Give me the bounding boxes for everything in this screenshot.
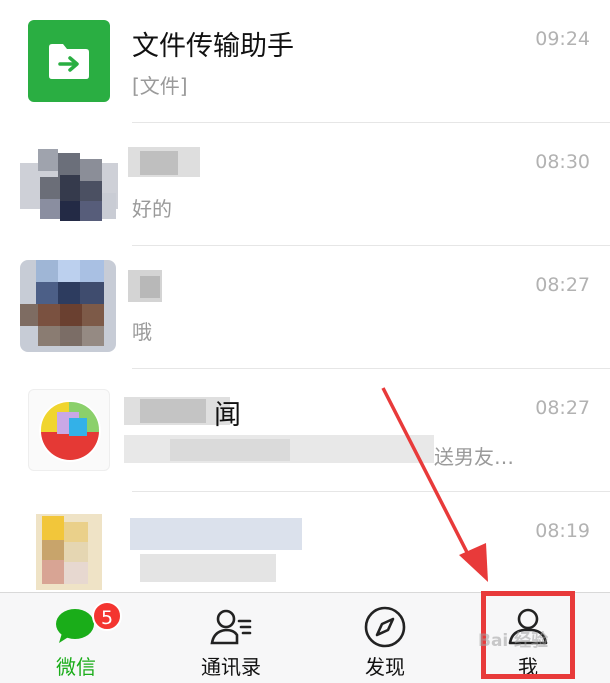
tab-label: 微信 [56, 655, 96, 679]
blurred-preview [140, 554, 276, 582]
chat-row[interactable]: 好的 08:30 [0, 123, 610, 246]
folder-arrow-icon [49, 44, 89, 79]
chat-time: 08:27 [535, 274, 590, 296]
file-transfer-avatar [28, 20, 110, 102]
chat-time: 08:19 [535, 520, 590, 542]
tab-label: 通讯录 [201, 655, 261, 679]
blurred-avatar [36, 514, 102, 590]
chat-row-file-transfer[interactable]: 文件传输助手 [文件] 09:24 [0, 0, 610, 123]
chat-name: 文件传输助手 [132, 31, 294, 62]
blurred-name [130, 518, 302, 550]
tab-discover[interactable]: 发现 [309, 593, 461, 683]
tab-contacts[interactable]: 通讯录 [155, 593, 307, 683]
chat-time: 08:27 [535, 397, 590, 419]
blurred-name-part [140, 151, 178, 175]
compass-icon [364, 606, 406, 648]
chat-row[interactable]: 哦 08:27 [0, 246, 610, 369]
chat-bubble-icon [56, 609, 94, 643]
chat-row[interactable]: 08:19 [0, 492, 610, 592]
chat-name: 闻 [214, 400, 241, 431]
blurred-name-part [140, 399, 206, 423]
chat-list: 文件传输助手 [文件] 09:24 好的 08:30 哦 08:27 闻 送男友… [0, 0, 610, 592]
blurred-name-part [140, 276, 160, 298]
blurred-avatar [20, 141, 118, 231]
tab-label: 发现 [365, 655, 405, 679]
chat-time: 09:24 [535, 28, 590, 50]
chat-preview: 哦 [132, 320, 152, 344]
chat-time: 08:30 [535, 151, 590, 173]
chat-row[interactable]: 闻 送男友… 08:27 [0, 369, 610, 492]
chat-preview: [文件] [132, 74, 188, 98]
unread-badge: 5 [92, 601, 122, 631]
chat-preview: 好的 [132, 197, 172, 221]
contacts-icon [210, 609, 252, 645]
chat-preview: 送男友… [434, 445, 514, 469]
blurred-preview-part [170, 439, 290, 461]
blurred-avatar [20, 260, 116, 352]
watermark: Bai 经验 [478, 631, 549, 651]
tab-wechat[interactable]: 5 微信 [0, 593, 152, 683]
blurred-avatar [28, 389, 110, 471]
